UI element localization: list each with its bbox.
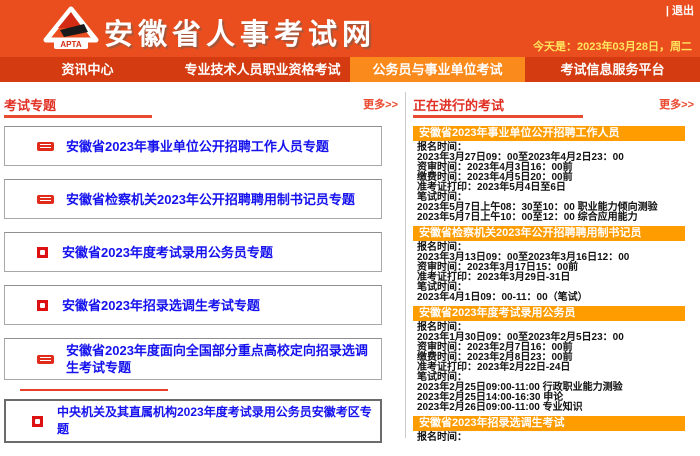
exam-banner[interactable]: 安徽省检察机关2023年公开招聘聘用制书记员	[413, 226, 685, 241]
hot-badge-icon	[37, 142, 54, 151]
site-header: | 退出 APTA 安徽省人事考试网 今天是：2023年03月28日，周二	[0, 0, 700, 57]
hot-badge-icon	[37, 355, 54, 364]
site-title: 安徽省人事考试网	[104, 11, 376, 53]
exam-banner[interactable]: 安徽省2023年度考试录用公务员	[413, 306, 685, 321]
red-square-icon	[37, 300, 48, 311]
nav-tab-exam-info-platform[interactable]: 考试信息服务平台	[525, 57, 700, 82]
column-divider	[405, 92, 406, 438]
title-underline	[413, 115, 583, 118]
exam-topic-item[interactable]: 安徽省2023年招录选调生考试专题	[4, 285, 382, 325]
exam-topic-link[interactable]: 安徽省2023年度考试录用公务员专题	[62, 244, 273, 261]
exam-topic-item[interactable]: 安徽省2023年度面向全国部分重点高校定向招录选调生考试专题	[4, 338, 382, 380]
main-nav: 资讯中心 专业技术人员职业资格考试 公务员与事业单位考试 考试信息服务平台	[0, 57, 700, 82]
exam-topic-link[interactable]: 安徽省检察机关2023年公开招聘聘用制书记员专题	[66, 191, 355, 208]
schedule-line: 2023年2月26日09:00-11:00 专业知识	[417, 403, 669, 413]
exam-schedule: 报名时间： 2023年3月13日09：00至2023年3月16日12：00 资审…	[413, 243, 669, 303]
exam-schedule: 报名时间： 2023年1月30日09：00至2023年2月5日23：00 资审时…	[413, 323, 669, 413]
exam-topic-item[interactable]: 安徽省2023年事业单位公开招聘工作人员专题	[4, 126, 382, 166]
exam-topic-item-highlighted[interactable]: 中央机关及其直属机构2023年度考试录用公务员安徽考区专题	[4, 399, 382, 443]
hot-badge-icon	[37, 195, 54, 204]
ongoing-exams-more-link[interactable]: 更多>>	[659, 96, 694, 112]
exam-topic-link[interactable]: 安徽省2023年事业单位公开招聘工作人员专题	[66, 138, 329, 155]
red-square-icon	[32, 416, 43, 427]
exam-topic-list: 安徽省2023年事业单位公开招聘工作人员专题 安徽省检察机关2023年公开招聘聘…	[4, 126, 386, 443]
title-underline	[4, 115, 152, 118]
exam-topics-more-link[interactable]: 更多>>	[363, 96, 398, 112]
nav-tab-civil-servant[interactable]: 公务员与事业单位考试	[350, 57, 525, 82]
exam-banner[interactable]: 安徽省2023年事业单位公开招聘工作人员	[413, 126, 685, 141]
nav-tab-professional-qualification[interactable]: 专业技术人员职业资格考试	[175, 57, 350, 82]
exam-schedule: 报名时间：	[413, 433, 669, 443]
ongoing-exams-panel: 正在进行的考试 更多>> 安徽省2023年事业单位公开招聘工作人员 报名时间： …	[413, 95, 696, 444]
exam-topic-item[interactable]: 安徽省检察机关2023年公开招聘聘用制书记员专题	[4, 179, 382, 219]
nav-tab-news[interactable]: 资讯中心	[0, 57, 175, 82]
exam-topic-link[interactable]: 安徽省2023年度面向全国部分重点高校定向招录选调生考试专题	[66, 342, 373, 376]
exam-topic-link[interactable]: 中央机关及其直属机构2023年度考试录用公务员安徽考区专题	[57, 404, 372, 438]
svg-text:APTA: APTA	[60, 40, 81, 49]
site-logo-icon: APTA	[40, 6, 102, 51]
logout-link[interactable]: | 退出	[666, 2, 694, 18]
exam-topics-panel: 考试专题 更多>> 安徽省2023年事业单位公开招聘工作人员专题 安徽省检察机关…	[4, 95, 400, 456]
ongoing-exams-title: 正在进行的考试	[413, 98, 504, 113]
exam-topic-link[interactable]: 安徽省2023年招录选调生考试专题	[62, 297, 260, 314]
exam-banner[interactable]: 安徽省2023年招录选调生考试	[413, 416, 685, 431]
divider-red-line	[20, 389, 168, 391]
current-date: 今天是：2023年03月28日，周二	[533, 38, 692, 54]
schedule-line: 2023年4月1日09：00-11：00（笔试）	[417, 293, 669, 303]
schedule-line: 报名时间：	[417, 433, 669, 443]
exam-topics-header: 考试专题 更多>>	[4, 95, 400, 113]
exam-topic-item[interactable]: 安徽省2023年度考试录用公务员专题	[4, 232, 382, 272]
ongoing-exams-header: 正在进行的考试 更多>>	[413, 95, 696, 113]
red-square-icon	[37, 247, 48, 258]
schedule-line: 2023年5月7日上午10：00至12：00 综合应用能力	[417, 213, 669, 223]
exam-topics-title: 考试专题	[4, 98, 56, 113]
exam-schedule: 报名时间： 2023年3月27日09：00至2023年4月2日23：00 资审时…	[413, 143, 669, 223]
main-content: 考试专题 更多>> 安徽省2023年事业单位公开招聘工作人员专题 安徽省检察机关…	[0, 82, 700, 438]
